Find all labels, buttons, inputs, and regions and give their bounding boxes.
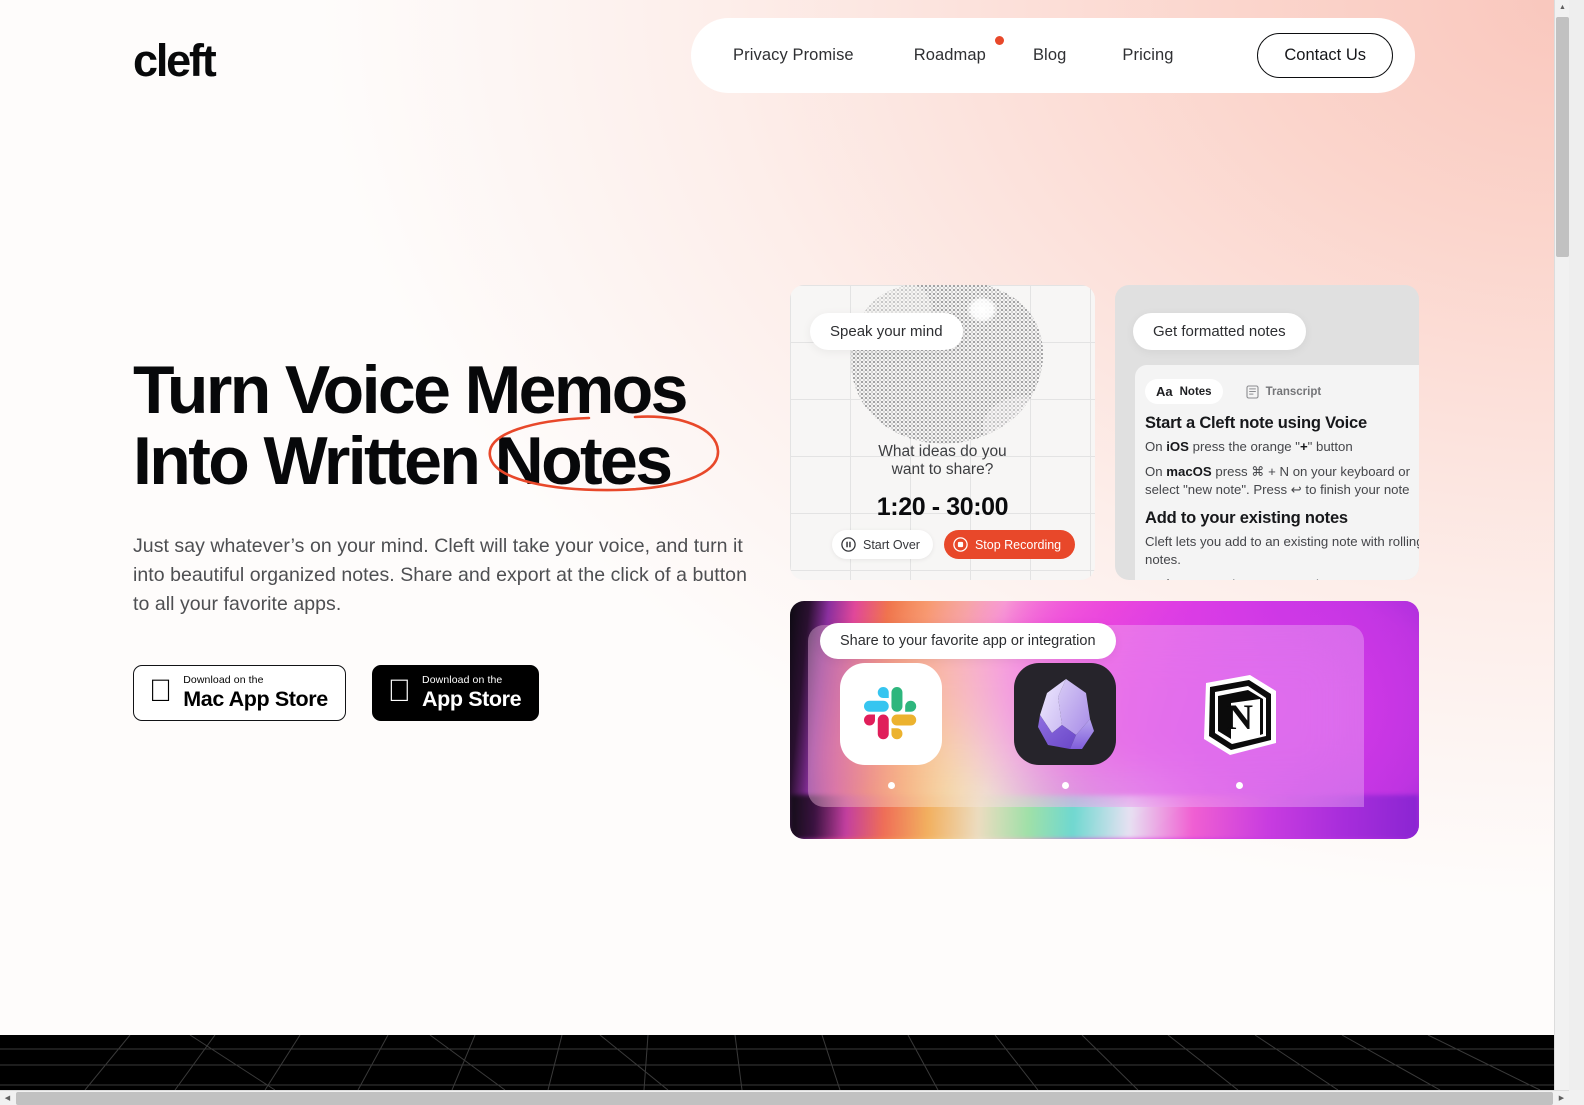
store-button-title: Mac App Store — [160, 686, 328, 711]
store-button-caption: Download on the — [160, 674, 263, 686]
nav-item-roadmap-label: Roadmap — [913, 46, 986, 64]
stop-recording-button[interactable]: Stop Recording — [943, 530, 1076, 559]
landing-page: cleft Privacy Promise Roadmap Blog Prici… — [0, 0, 1569, 1035]
horizontal-scrollbar-thumb[interactable] — [16, 1092, 1553, 1105]
notes-panel: Aa Notes Transcript Start a Cleft note u… — [1135, 365, 1419, 580]
share-integrations-card: Share to your favorite app or integratio… — [790, 601, 1419, 839]
svg-text:N: N — [1227, 697, 1253, 737]
contact-us-button[interactable]: Contact Us — [1257, 33, 1393, 78]
start-over-label: Start Over — [863, 537, 920, 552]
carousel-dot[interactable] — [1061, 782, 1069, 789]
download-buttons:  Download on the Mac App Store  Downlo… — [133, 665, 793, 721]
note-paragraph: Cleft lets you add to an existing note w… — [1145, 533, 1419, 568]
slack-icon[interactable] — [840, 663, 942, 765]
apple-logo-icon:  — [149, 675, 172, 706]
note-heading: Add to your existing notes — [1145, 508, 1348, 527]
headline-circled-word: Notes — [494, 423, 674, 499]
carousel-dot[interactable] — [887, 782, 895, 789]
share-tooltip: Share to your favorite app or integratio… — [820, 623, 1116, 659]
scroll-up-arrow[interactable]: ▲ — [1555, 0, 1569, 15]
note-paragraph: On iOS press the orange "+" button — [1145, 439, 1353, 454]
store-button-caption: Download on the — [375, 674, 502, 686]
note-paragraph: On iOS press the orange "+" button on an — [1145, 576, 1419, 581]
scroll-left-arrow[interactable]: ◀ — [0, 1091, 15, 1105]
apple-logo-icon:  — [388, 675, 411, 706]
tab-notes[interactable]: Aa Notes — [1145, 379, 1223, 404]
nav-item-roadmap[interactable]: Roadmap — [913, 36, 1004, 65]
get-formatted-notes-tooltip: Get formatted notes — [1133, 313, 1306, 350]
note-heading: Start a Cleft note using Voice — [1145, 414, 1367, 432]
note-paragraph: On macOS press ⌘ + N on your keyboard or… — [1145, 463, 1410, 498]
recording-preview-card: Speak your mind What ideas do you want t… — [790, 285, 1095, 580]
formatted-notes-card: Get formatted notes Aa Notes Transcript … — [1115, 285, 1419, 580]
perspective-grid-graphic — [0, 1035, 1569, 1090]
download-mac-app-store-button[interactable]:  Download on the Mac App Store — [133, 665, 346, 721]
aa-icon: Aa — [1156, 384, 1173, 399]
nav-item-privacy-promise[interactable]: Privacy Promise — [733, 46, 854, 65]
headline-line-2-prefix: Into Written — [133, 423, 495, 499]
integration-app-list: N — [840, 663, 1290, 789]
recording-timer: 1:20 - 30:00 — [876, 493, 1009, 521]
list-item — [840, 663, 942, 789]
main-navigation: Privacy Promise Roadmap Blog Pricing Con… — [691, 18, 1415, 93]
browser-viewport: cleft Privacy Promise Roadmap Blog Prici… — [0, 0, 1569, 1090]
voice-blob-illustration — [850, 285, 1043, 444]
speak-your-mind-tooltip: Speak your mind — [810, 313, 963, 350]
notes-panel-tabs: Aa Notes Transcript — [1145, 379, 1419, 404]
carousel-dot[interactable] — [1235, 782, 1243, 789]
headline-line-2: Into Written Notes — [133, 426, 793, 497]
start-over-button[interactable]: Start Over — [832, 530, 933, 559]
tab-transcript-label: Transcript — [1265, 385, 1322, 398]
document-icon — [1246, 384, 1259, 399]
footer-grid-band — [0, 1035, 1569, 1090]
recording-prompt: What ideas do you want to share? — [790, 443, 1095, 479]
nav-item-blog[interactable]: Blog — [1033, 46, 1066, 65]
recording-controls: Start Over Stop Recording — [832, 530, 1076, 559]
store-button-text: Download on the App Store — [375, 674, 522, 711]
stop-icon — [953, 537, 968, 552]
horizontal-scrollbar[interactable]: ◀ ▶ — [0, 1090, 1584, 1105]
hero-subheading: Just say whatever’s on your mind. Cleft … — [133, 535, 747, 615]
scrollbar-corner — [1569, 1090, 1584, 1105]
notes-body: Start a Cleft note using Voice On iOS pr… — [1145, 414, 1419, 580]
obsidian-icon[interactable] — [1014, 663, 1116, 765]
recording-prompt-line-2: want to share? — [891, 461, 994, 478]
vertical-scrollbar[interactable]: ▲ — [1554, 0, 1569, 1090]
list-item: N — [1188, 663, 1290, 789]
list-item — [1014, 663, 1116, 789]
stop-recording-label: Stop Recording — [974, 537, 1062, 552]
cleft-logo[interactable]: cleft — [133, 38, 217, 83]
store-button-title: App Store — [375, 686, 522, 711]
page-title: Turn Voice Memos Into Written Notes — [133, 355, 793, 497]
vertical-scrollbar-thumb[interactable] — [1556, 17, 1569, 257]
notion-icon[interactable]: N — [1188, 663, 1290, 765]
tab-transcript[interactable]: Transcript — [1235, 380, 1333, 404]
tab-notes-label: Notes — [1179, 385, 1212, 398]
download-app-store-button[interactable]:  Download on the App Store — [371, 665, 540, 721]
store-button-text: Download on the Mac App Store — [183, 675, 328, 710]
pause-icon — [841, 537, 856, 552]
nav-item-pricing[interactable]: Pricing — [1122, 46, 1173, 65]
roadmap-badge-dot — [994, 36, 1004, 45]
scroll-right-arrow[interactable]: ▶ — [1554, 1091, 1569, 1105]
headline-line-1: Turn Voice Memos — [133, 352, 688, 428]
recording-prompt-line-1: What ideas do you — [878, 443, 1007, 460]
hero-content: Turn Voice Memos Into Written Notes Just… — [133, 355, 793, 721]
